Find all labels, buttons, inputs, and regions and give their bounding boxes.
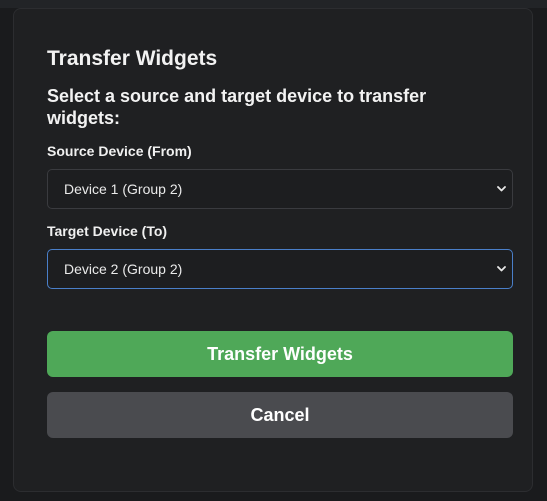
target-device-select[interactable]: Device 2 (Group 2) [47,249,513,289]
target-device-field: Target Device (To) Device 2 (Group 2) [47,222,513,289]
target-device-label: Target Device (To) [47,223,168,239]
backdrop-top-strip [0,0,547,8]
source-device-value: Device 1 (Group 2) [64,181,183,197]
source-device-label: Source Device (From) [47,143,192,159]
source-device-select[interactable]: Device 1 (Group 2) [47,169,513,209]
chevron-down-icon [496,170,506,208]
dialog-title: Transfer Widgets [47,47,218,70]
source-device-field: Source Device (From) Device 1 (Group 2) [47,142,513,209]
transfer-widgets-button[interactable]: Transfer Widgets [47,331,513,377]
chevron-down-icon [496,250,506,288]
dialog-instructions: Select a source and target device to tra… [47,86,427,128]
transfer-widgets-dialog: Transfer Widgets Select a source and tar… [13,8,533,492]
cancel-button[interactable]: Cancel [47,392,513,438]
target-device-value: Device 2 (Group 2) [64,261,183,277]
